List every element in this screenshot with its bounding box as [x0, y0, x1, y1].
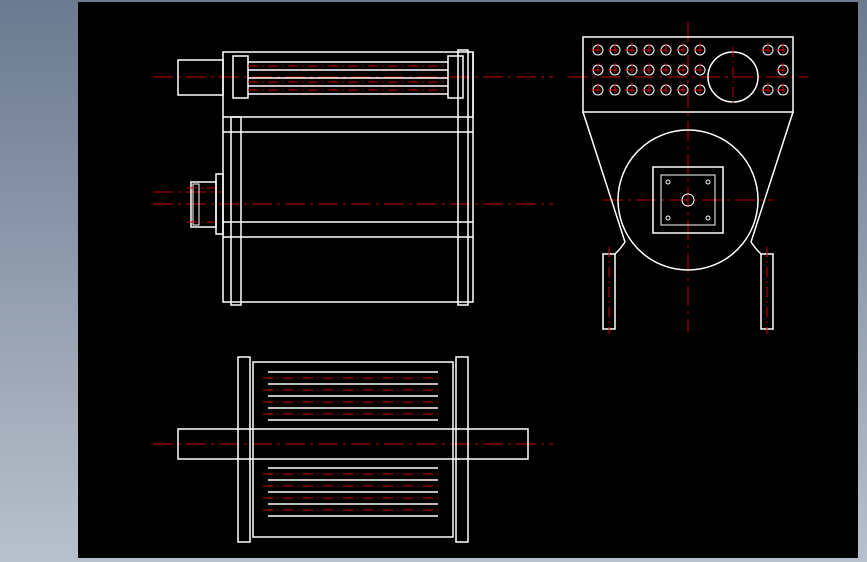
drawing-svg [78, 2, 858, 558]
hole-pattern [591, 43, 790, 97]
view-side [568, 22, 808, 334]
view-front [153, 50, 553, 305]
cad-canvas[interactable] [78, 2, 858, 558]
view-top [153, 357, 553, 542]
